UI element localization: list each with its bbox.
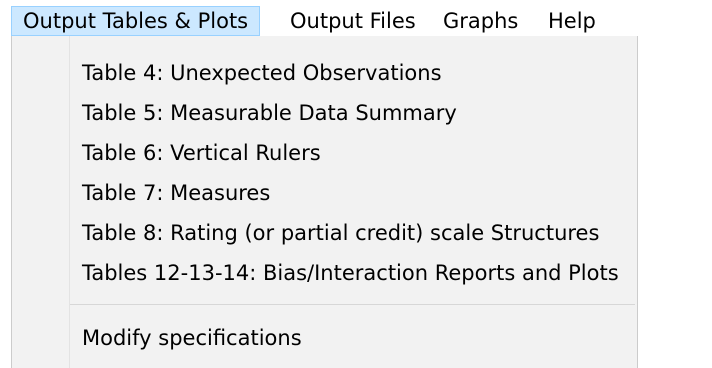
menu-item-table-6[interactable]: Table 6: Vertical Rulers (82, 133, 321, 173)
output-tables-dropdown: Table 4: Unexpected Observations Table 5… (11, 36, 638, 368)
menu-help[interactable]: Help (548, 6, 596, 36)
menu-separator (70, 304, 635, 305)
menu-item-table-8[interactable]: Table 8: Rating (or partial credit) scal… (82, 213, 599, 253)
menu-graphs[interactable]: Graphs (443, 6, 518, 36)
menu-output-tables-plots[interactable]: Output Tables & Plots (11, 6, 261, 36)
menu-output-files[interactable]: Output Files (290, 6, 416, 36)
menu-item-tables-12-13-14[interactable]: Tables 12-13-14: Bias/Interaction Report… (82, 253, 619, 293)
menu-item-table-4[interactable]: Table 4: Unexpected Observations (82, 53, 442, 93)
menu-item-table-5[interactable]: Table 5: Measurable Data Summary (82, 93, 457, 133)
gutter-divider (69, 36, 70, 368)
menu-item-table-7[interactable]: Table 7: Measures (82, 173, 270, 213)
menu-item-modify-specifications[interactable]: Modify specifications (82, 318, 302, 358)
icon-gutter (12, 36, 69, 368)
